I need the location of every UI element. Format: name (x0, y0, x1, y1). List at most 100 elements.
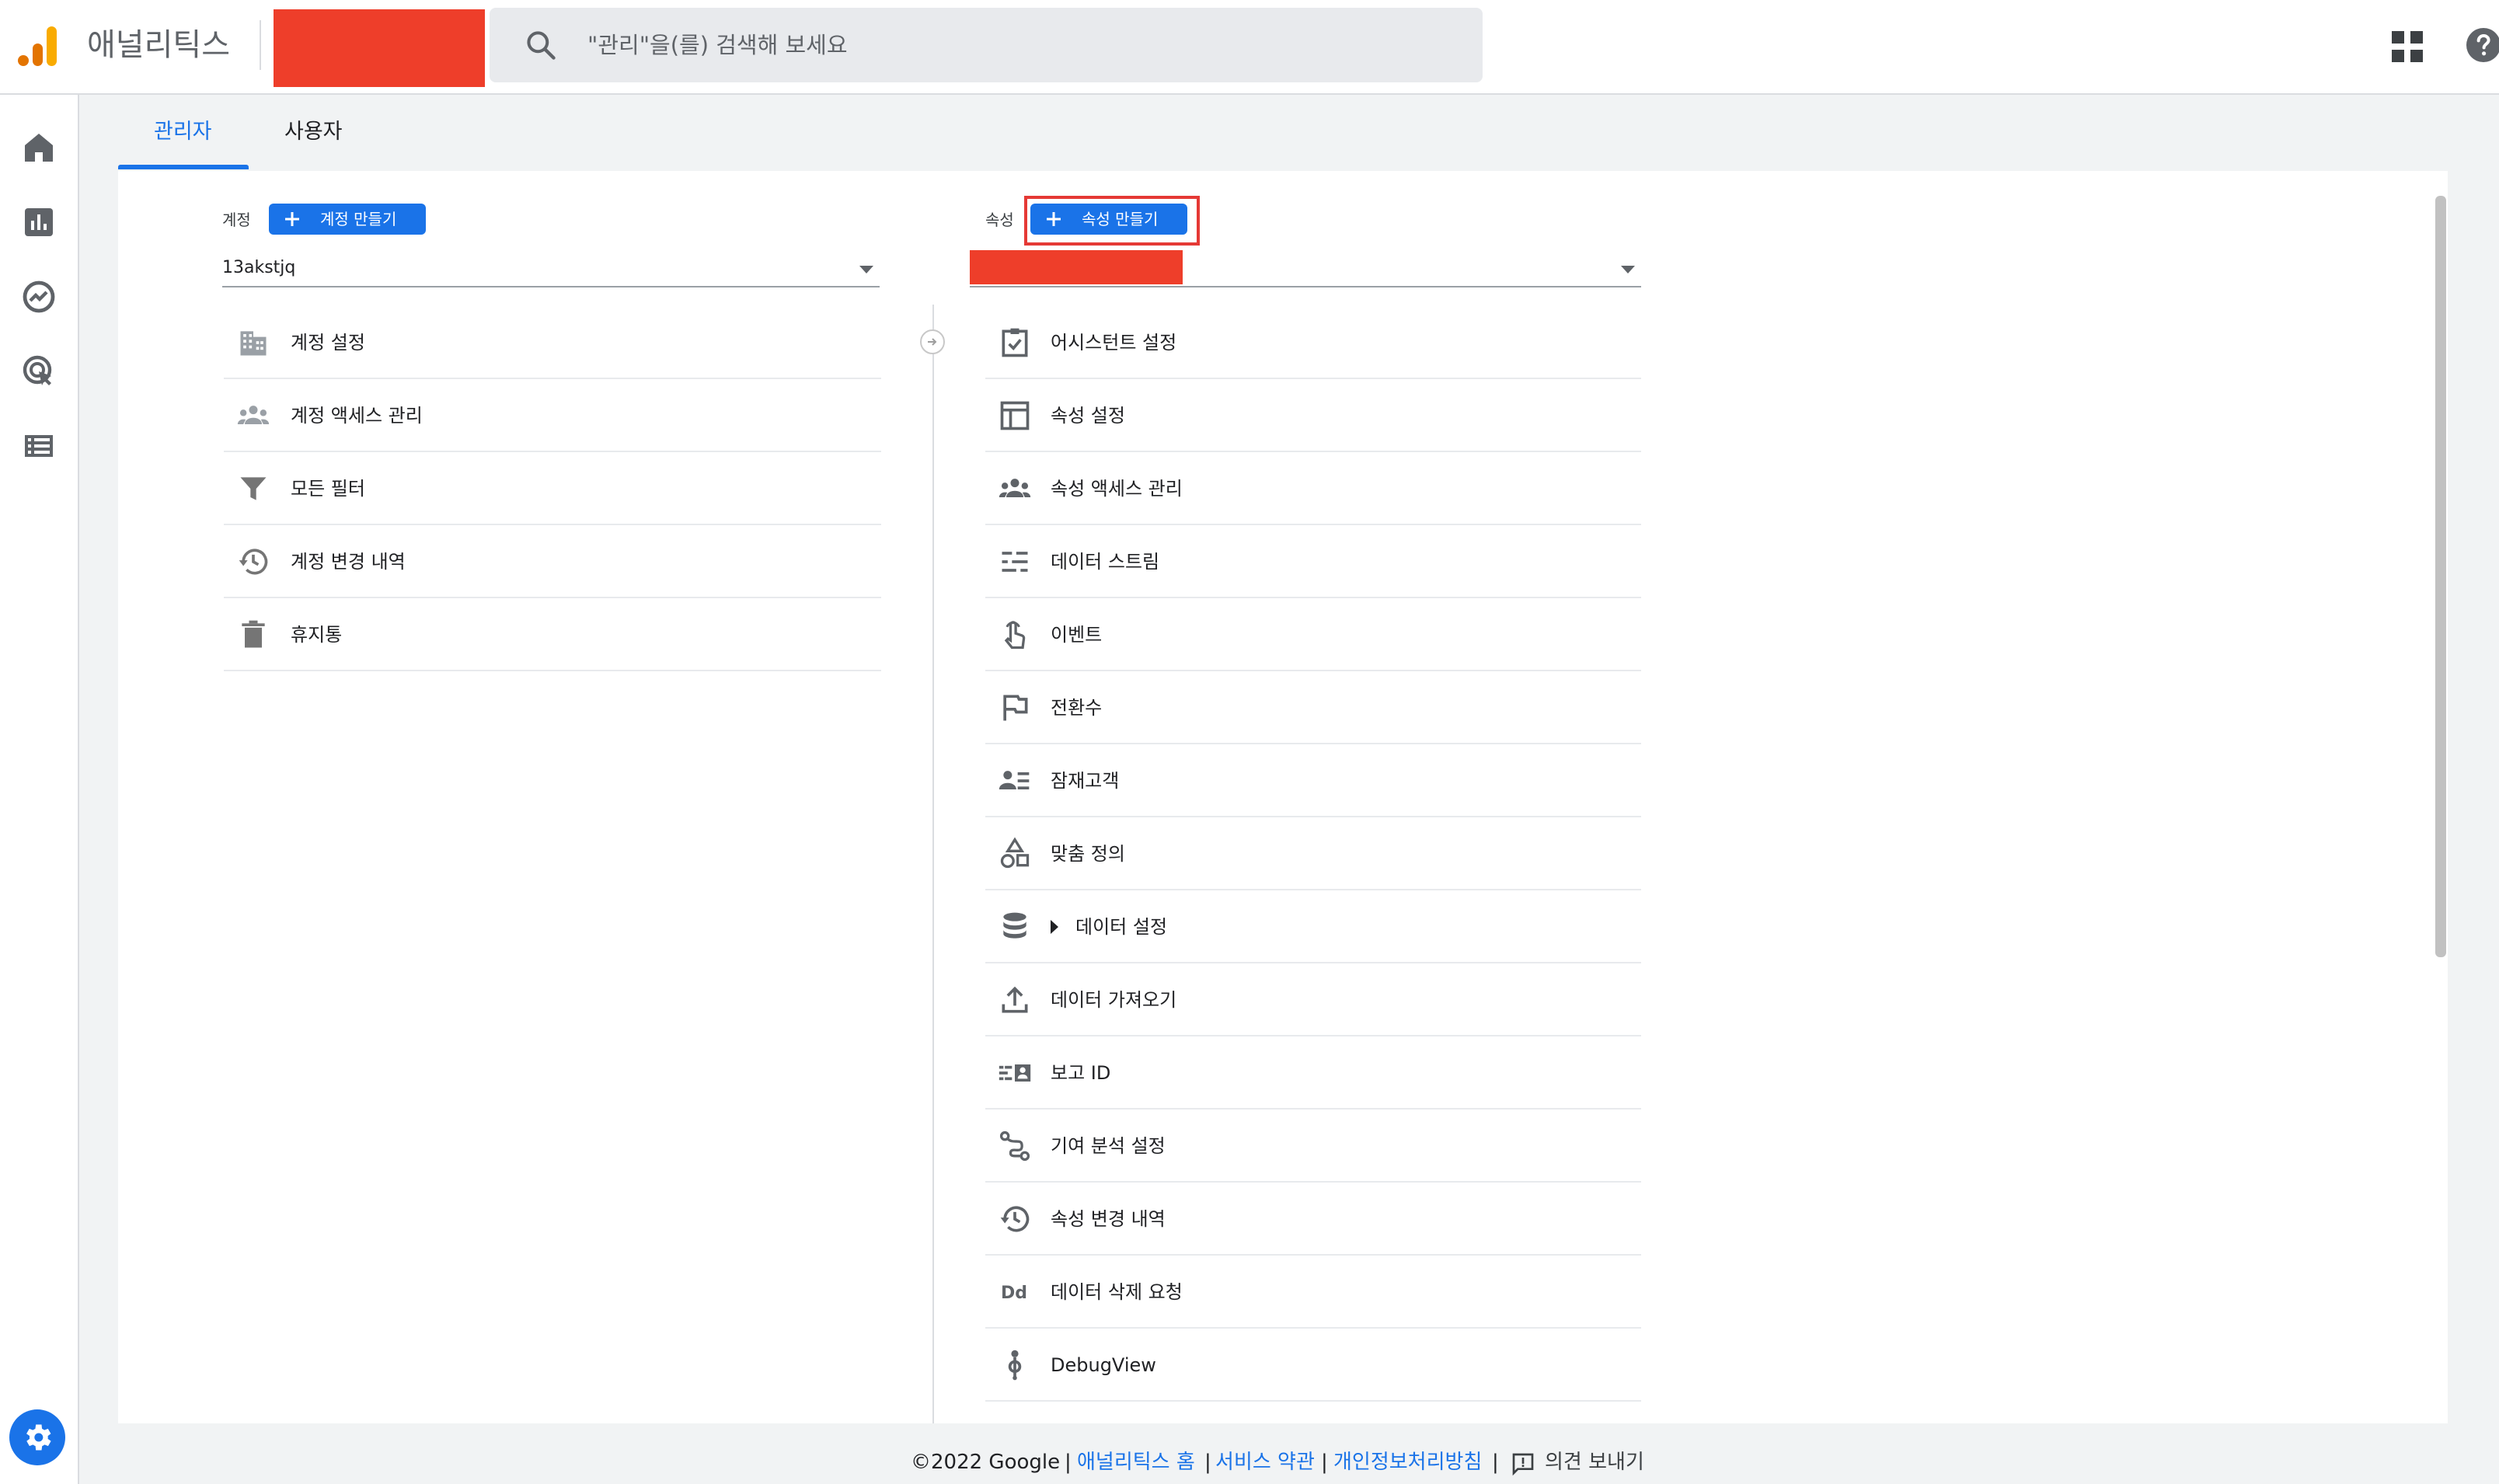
assistant-settings-item[interactable]: 어시스턴트 설정 (985, 306, 1641, 379)
account-selected-value: 13akstjq (222, 258, 296, 277)
touch-icon (1004, 621, 1026, 650)
property-settings-label: 속성 설정 (1051, 405, 1125, 427)
trash-label: 휴지통 (291, 624, 343, 646)
custom-definitions-label: 맞춤 정의 (1051, 843, 1125, 865)
data-import-label: 데이터 가져오기 (1051, 989, 1177, 1011)
create-account-button[interactable]: 계정 만들기 (269, 204, 426, 235)
all-filters-label: 모든 필터 (291, 478, 365, 500)
account-history-item[interactable]: 계정 변경 내역 (224, 525, 881, 598)
footer-link-home[interactable]: 애널리틱스 홈 (1077, 1445, 1195, 1479)
dd-icon: Dd (1001, 1284, 1027, 1303)
search-icon (527, 31, 556, 60)
data-import-item[interactable]: 데이터 가져오기 (985, 963, 1641, 1036)
left-navigation (0, 95, 79, 1484)
highlight-annotation-box (1024, 196, 1200, 246)
conversions-item[interactable]: 전환수 (985, 671, 1641, 744)
people-icon (999, 479, 1031, 497)
footer-separator: | (1065, 1451, 1072, 1474)
data-deletion-label: 데이터 삭제 요청 (1051, 1281, 1183, 1303)
upload-icon (1002, 986, 1028, 1013)
data-settings-label: 데이터 설정 (1075, 916, 1168, 938)
reports-icon[interactable] (20, 204, 58, 241)
tab-admin[interactable]: 관리자 (154, 117, 212, 148)
advertising-icon[interactable] (20, 353, 58, 390)
expand-arrow-icon[interactable] (1051, 920, 1058, 934)
explore-icon[interactable] (20, 278, 58, 315)
footer-separator: | (1204, 1451, 1211, 1474)
app-title: 애널리틱스 (87, 27, 230, 63)
attribution-settings-item[interactable]: 기여 분석 설정 (985, 1110, 1641, 1183)
account-history-label: 계정 변경 내역 (291, 551, 406, 573)
audience-icon (999, 771, 1030, 789)
footer-link-privacy[interactable]: 개인정보처리방침 (1333, 1445, 1482, 1479)
home-icon[interactable] (20, 129, 58, 166)
create-account-label: 계정 만들기 (320, 210, 397, 228)
account-settings-item[interactable]: 계정 설정 (224, 306, 881, 379)
feedback-icon[interactable] (1511, 1451, 1535, 1476)
footer: ©2022 Google | 애널리틱스 홈 | 서비스 약관 | 개인정보처리… (0, 1445, 2499, 1482)
account-column-label: 계정 (222, 211, 251, 229)
property-history-label: 속성 변경 내역 (1051, 1208, 1166, 1230)
reporting-identity-label: 보고 ID (1051, 1062, 1111, 1084)
debugview-item[interactable]: DebugView (985, 1329, 1641, 1402)
help-icon[interactable] (2465, 26, 2499, 64)
conversions-label: 전환수 (1051, 697, 1103, 719)
debugview-label: DebugView (1051, 1354, 1156, 1376)
events-label: 이벤트 (1051, 624, 1103, 646)
custom-definitions-item[interactable]: 맞춤 정의 (985, 817, 1641, 890)
trash-item[interactable]: 휴지통 (224, 598, 881, 671)
search-input[interactable]: "관리"을(를) 검색해 보세요 (490, 8, 1483, 82)
data-deletion-item[interactable]: Dd 데이터 삭제 요청 (985, 1256, 1641, 1329)
arrow-right-icon (920, 329, 945, 354)
property-history-item[interactable]: 속성 변경 내역 (985, 1183, 1641, 1256)
database-icon (1003, 912, 1026, 939)
copyright: ©2022 Google (911, 1451, 1061, 1474)
reporting-identity-item[interactable]: 보고 ID (985, 1036, 1641, 1110)
attribution-icon (999, 1130, 1030, 1162)
apps-grid-icon[interactable] (2392, 31, 2423, 62)
configure-icon[interactable] (20, 427, 58, 465)
send-feedback-link[interactable]: 의견 보내기 (1545, 1445, 1644, 1479)
chevron-down-icon (1621, 266, 1635, 273)
events-item[interactable]: 이벤트 (985, 598, 1641, 671)
trash-icon (242, 620, 265, 648)
footer-link-terms[interactable]: 서비스 약관 (1215, 1445, 1315, 1479)
svg-text:Dd: Dd (1001, 1284, 1027, 1303)
data-settings-item[interactable]: 데이터 설정 (985, 890, 1641, 963)
audiences-label: 잠재고객 (1051, 770, 1120, 792)
checklist-icon (1002, 328, 1028, 357)
search-placeholder: "관리"을(를) 검색해 보세요 (587, 32, 848, 58)
property-access-item[interactable]: 속성 액세스 관리 (985, 452, 1641, 525)
assistant-settings-label: 어시스턴트 설정 (1051, 332, 1177, 354)
building-icon (240, 331, 267, 356)
account-access-label: 계정 액세스 관리 (291, 405, 423, 427)
all-filters-item[interactable]: 모든 필터 (224, 452, 881, 525)
audiences-item[interactable]: 잠재고객 (985, 744, 1641, 817)
title-divider (260, 20, 261, 70)
streams-icon (1002, 552, 1028, 572)
analytics-logo-icon[interactable] (16, 23, 61, 68)
shapes-icon (1000, 837, 1030, 869)
account-access-item[interactable]: 계정 액세스 관리 (224, 379, 881, 452)
filter-icon (240, 477, 267, 500)
column-divider (932, 305, 934, 1423)
property-column-label: 속성 (985, 211, 1014, 229)
active-tab-indicator (118, 165, 249, 169)
top-app-bar: 애널리틱스 "관리"을(를) 검색해 보세요 (0, 0, 2499, 95)
arrow-right-glyph (928, 338, 937, 346)
data-streams-label: 데이터 스트림 (1051, 551, 1160, 573)
chevron-down-icon (859, 266, 873, 273)
scrollbar-thumb[interactable] (2435, 196, 2446, 957)
tab-user[interactable]: 사용자 (284, 117, 343, 148)
redacted-property-name (970, 250, 1183, 284)
footer-separator: | (1321, 1451, 1328, 1474)
history-icon (1000, 1206, 1030, 1232)
debug-icon (1008, 1350, 1022, 1381)
account-selector[interactable]: 13akstjq (222, 250, 880, 287)
redacted-account-selector[interactable] (274, 9, 485, 87)
history-icon (239, 549, 268, 575)
data-streams-item[interactable]: 데이터 스트림 (985, 525, 1641, 598)
flag-icon (1003, 695, 1028, 721)
account-settings-label: 계정 설정 (291, 332, 365, 354)
property-settings-item[interactable]: 속성 설정 (985, 379, 1641, 452)
